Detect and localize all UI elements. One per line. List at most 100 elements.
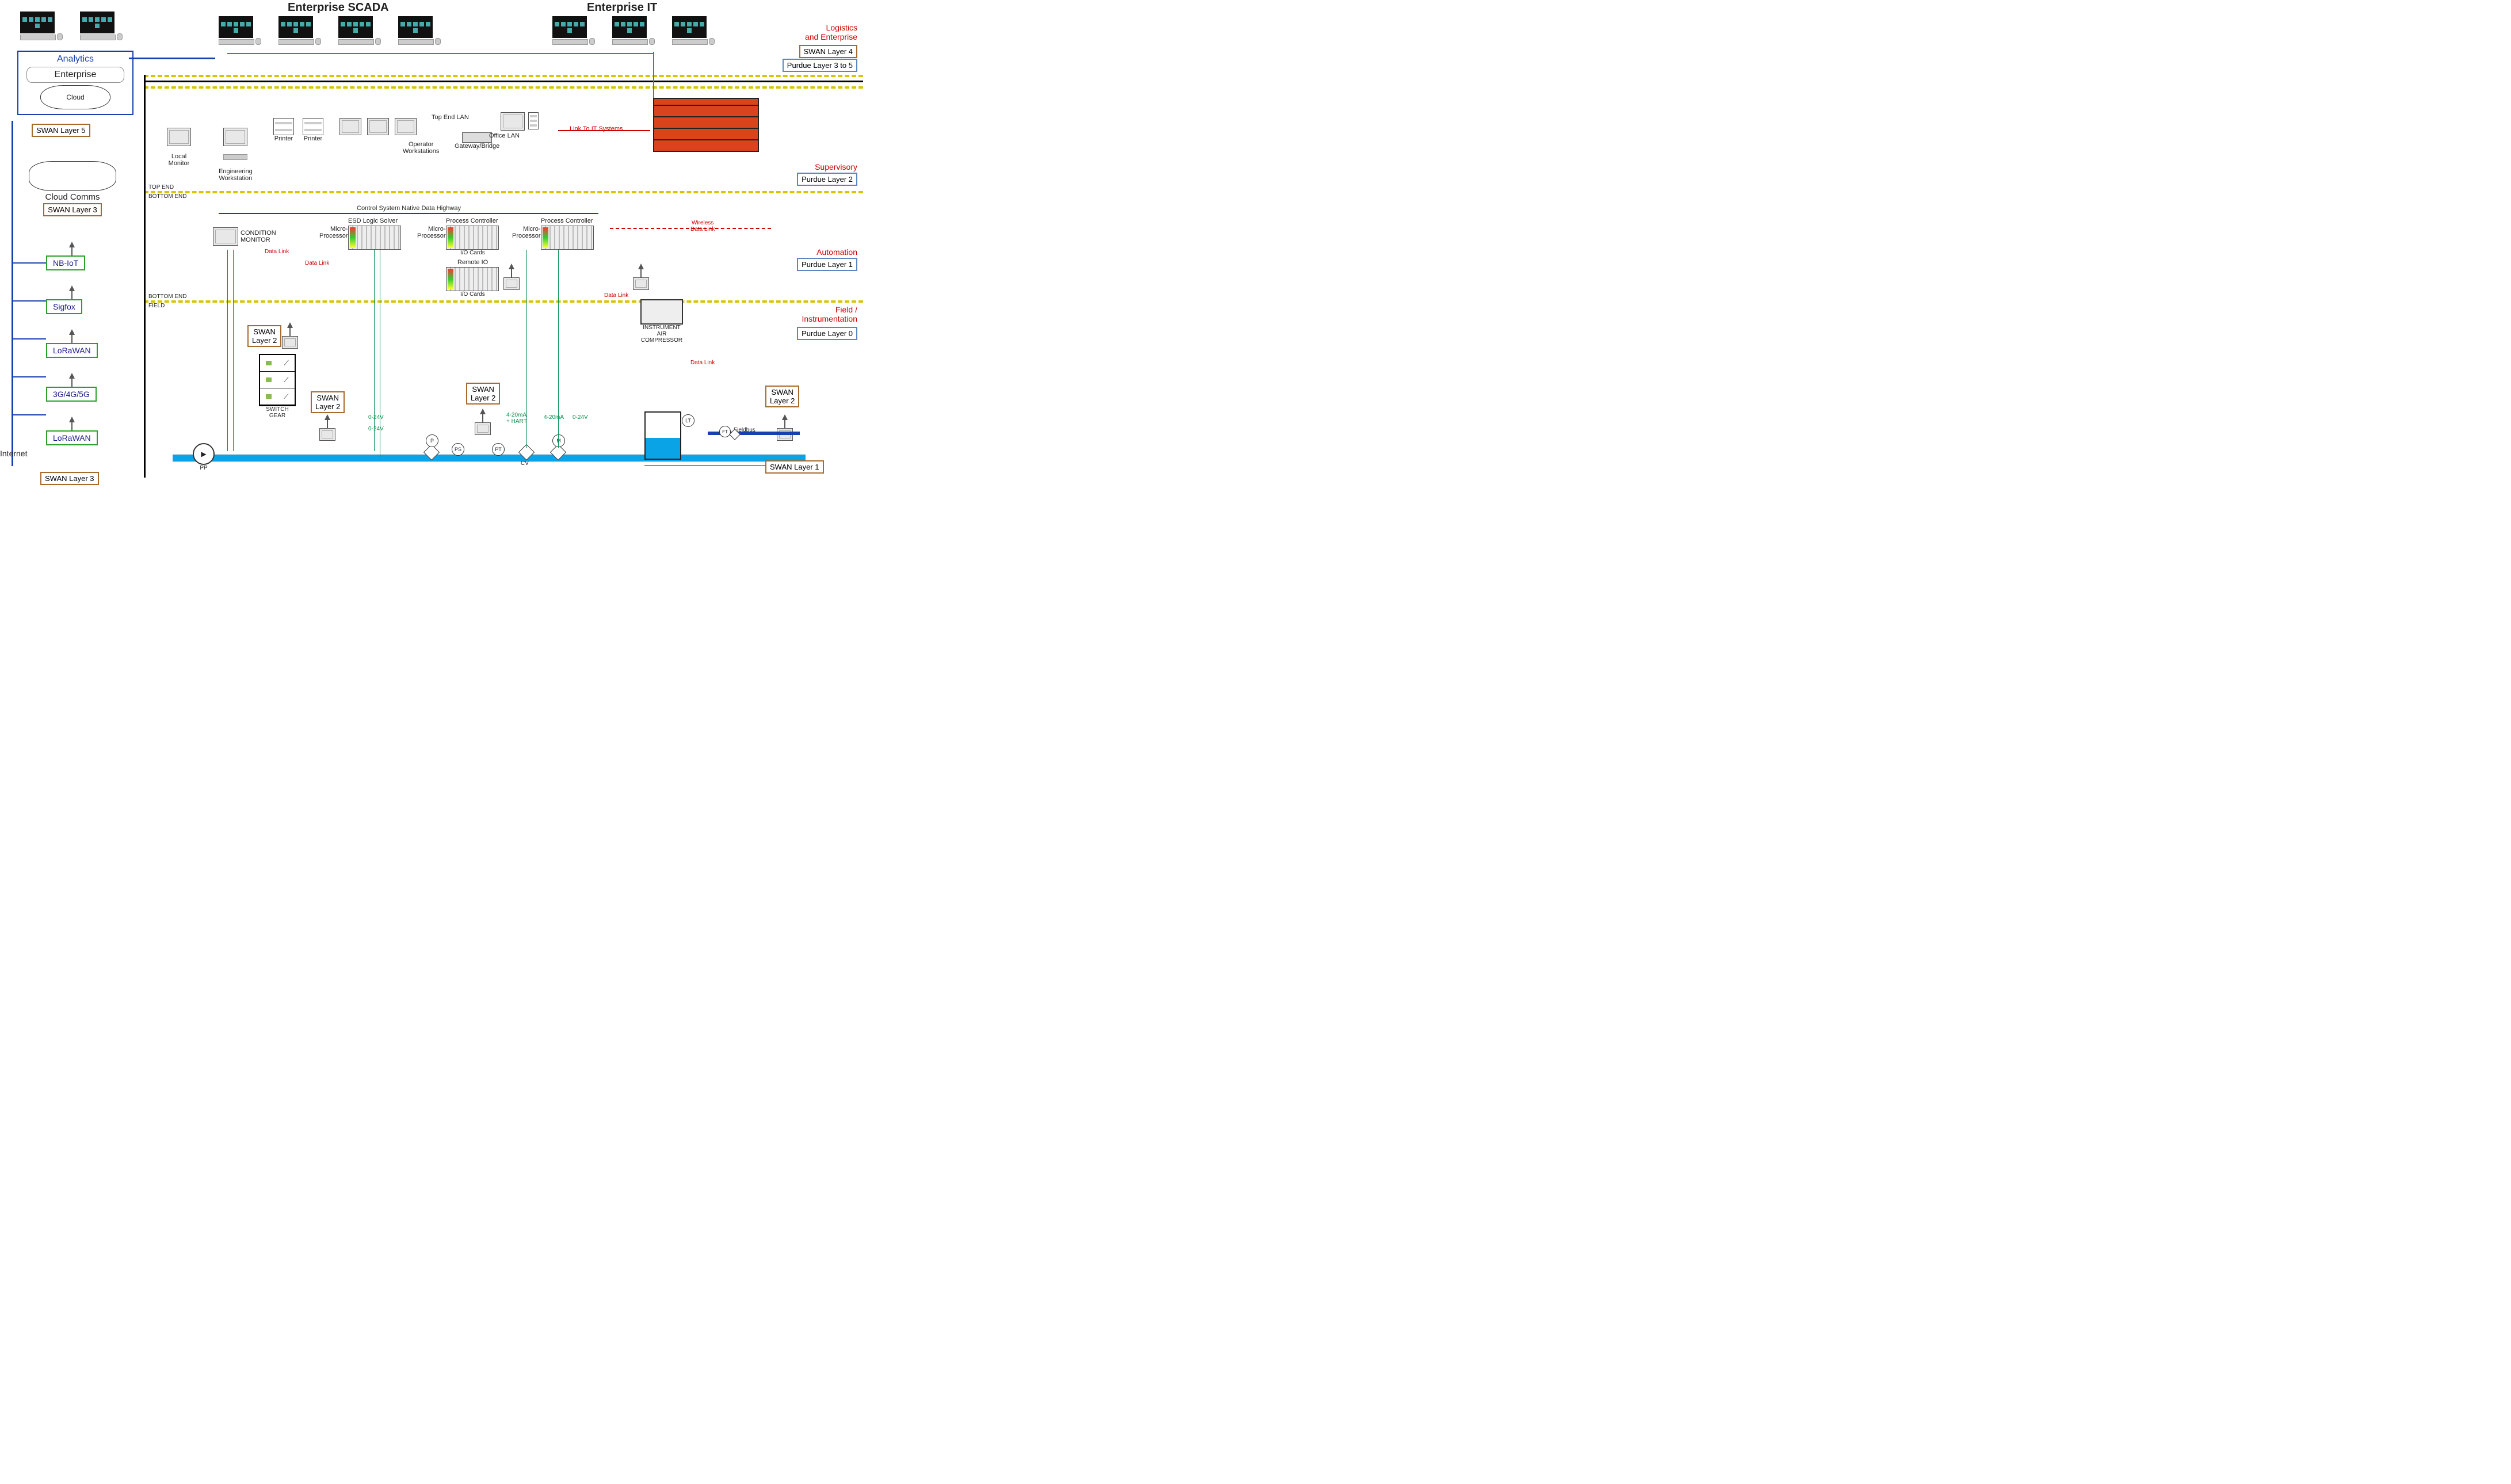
p-label: P xyxy=(426,434,438,447)
scada-workstation xyxy=(398,16,441,45)
pc1-rack xyxy=(446,226,499,250)
ft-label: FT xyxy=(719,426,731,437)
lt-label: LT xyxy=(682,414,694,427)
zone-automation: Automation xyxy=(816,247,857,257)
valve-m xyxy=(552,447,564,458)
op-ws-label: Operator Workstations xyxy=(403,141,439,155)
io-cards-2: I/O Cards xyxy=(460,291,485,297)
data-highway-label: Control System Native Data Highway xyxy=(357,205,461,212)
link-to-it-label: Link To IT Systems xyxy=(570,125,623,132)
remote-io-label: Remote IO xyxy=(457,259,488,266)
printer-2: Printer xyxy=(303,118,323,142)
divider-purdue-3-bot xyxy=(144,86,863,89)
sig-4-20-hart: 4-20mA + HART xyxy=(506,412,527,425)
data-link-3: Data Link xyxy=(604,292,628,299)
divider-purdue-3-solid xyxy=(144,81,863,82)
cloud-comms-label: Cloud Comms xyxy=(29,192,116,202)
purdue-2-badge: Purdue Layer 2 xyxy=(797,173,857,186)
wireless-gateway-1 xyxy=(503,264,520,290)
scada-workstation xyxy=(278,16,321,45)
io-cards-1: I/O Cards xyxy=(460,250,485,256)
main-vertical-separator xyxy=(144,75,146,478)
purdue-3to5-badge: Purdue Layer 3 to 5 xyxy=(783,59,857,72)
m-label: M xyxy=(552,434,565,447)
tank xyxy=(644,411,681,460)
wireless-link-label: Wireless Data Link xyxy=(690,220,715,232)
op-ws-2 xyxy=(367,118,389,135)
swan-layer-3-badge: SWAN Layer 3 xyxy=(43,203,102,216)
printer-1: Printer xyxy=(273,118,294,142)
heading-it: Enterprise IT xyxy=(587,1,657,14)
field-gateway-3 xyxy=(475,409,491,435)
tech-lorawan2: LoRaWAN xyxy=(46,417,98,445)
micro-label-1: Micro- Processor xyxy=(319,226,348,239)
analytics-enterprise: Enterprise xyxy=(26,67,124,83)
analytics-workstation xyxy=(80,12,123,40)
analytics-box: Analytics Enterprise Cloud xyxy=(17,51,133,115)
eng-workstation: Engineering Workstation xyxy=(219,121,253,182)
data-link-4: Data Link xyxy=(690,360,715,366)
heading-scada: Enterprise SCADA xyxy=(288,1,389,14)
esd-rack xyxy=(348,226,401,250)
fieldbus-valve xyxy=(731,430,739,438)
op-ws-3 xyxy=(395,118,417,135)
label-bottom-end-2: BOTTOM END xyxy=(148,293,186,300)
ps-label: PS xyxy=(452,443,464,456)
swan-l1-link xyxy=(644,465,765,466)
condition-monitor: CONDITION MONITOR xyxy=(213,227,276,246)
it-workstation xyxy=(612,16,655,45)
swan-l2-badge-1: SWAN Layer 2 xyxy=(247,325,281,347)
pc2-rack xyxy=(541,226,594,250)
micro-label-3: Micro- Processor xyxy=(512,226,541,239)
divider-topend xyxy=(144,191,863,193)
cv-label: CV xyxy=(521,460,529,467)
sig-4-20: 4-20mA xyxy=(544,414,564,421)
remote-io-rack xyxy=(446,267,499,291)
cloud-comms-icon xyxy=(29,161,116,191)
swan-layer-1-badge: SWAN Layer 1 xyxy=(765,460,824,474)
it-workstation xyxy=(672,16,715,45)
op-ws-1 xyxy=(339,118,361,135)
scada-workstation xyxy=(338,16,381,45)
tech-lorawan: LoRaWAN xyxy=(46,329,98,358)
it-workstation xyxy=(552,16,595,45)
main-pipe xyxy=(173,455,806,461)
swan-l2-badge-3: SWAN Layer 2 xyxy=(466,383,500,405)
swan-layer-4-badge: SWAN Layer 4 xyxy=(799,45,858,58)
tech-cellular: 3G/4G/5G xyxy=(46,373,98,402)
local-monitor: Local Monitor xyxy=(167,121,191,167)
analytics-workstation xyxy=(20,12,63,40)
wireless-link-line xyxy=(610,228,771,229)
data-link-1: Data Link xyxy=(265,249,289,255)
pc2-label: Process Controller xyxy=(541,218,593,224)
switch-gear: ⟋ ⟋ ⟋ SWITCH GEAR xyxy=(259,354,296,419)
esd-label: ESD Logic Solver xyxy=(348,218,398,224)
cv-valve xyxy=(521,447,532,458)
scada-workstation xyxy=(219,16,261,45)
tech-nbiot: NB-IoT xyxy=(46,242,98,270)
sig-0-24v-a: 0-24V xyxy=(368,414,384,421)
label-top-end: TOP END xyxy=(148,184,174,190)
office-lan-label: Office LAN xyxy=(489,132,520,139)
divider-field xyxy=(144,300,863,303)
sig-0-24v-c: 0-24V xyxy=(573,414,588,421)
pump: ▶ PP xyxy=(193,443,215,471)
it-network-drop xyxy=(653,52,654,98)
analytics-link xyxy=(129,58,215,59)
it-network-bus xyxy=(227,53,653,54)
sig-0-24v-b: 0-24V xyxy=(368,426,384,432)
wireless-gateway-2 xyxy=(633,264,649,290)
internet-label: Internet xyxy=(0,449,27,458)
zone-field: Field / Instrumentation xyxy=(802,305,858,323)
compressor: INSTRUMENT AIR COMPRESSOR xyxy=(639,299,685,344)
tech-sigfox: Sigfox xyxy=(46,285,98,314)
pc1-label: Process Controller xyxy=(446,218,498,224)
zone-supervisory: Supervisory xyxy=(815,162,857,171)
link-to-it-line xyxy=(558,130,650,131)
swan-layer-3-badge-2: SWAN Layer 3 xyxy=(40,472,99,485)
firewall-icon xyxy=(653,98,759,152)
field-gateway-2 xyxy=(319,414,335,441)
data-highway-line xyxy=(219,213,598,214)
label-bottom-end-1: BOTTOM END xyxy=(148,193,186,200)
divider-purdue-3-top xyxy=(144,75,863,77)
